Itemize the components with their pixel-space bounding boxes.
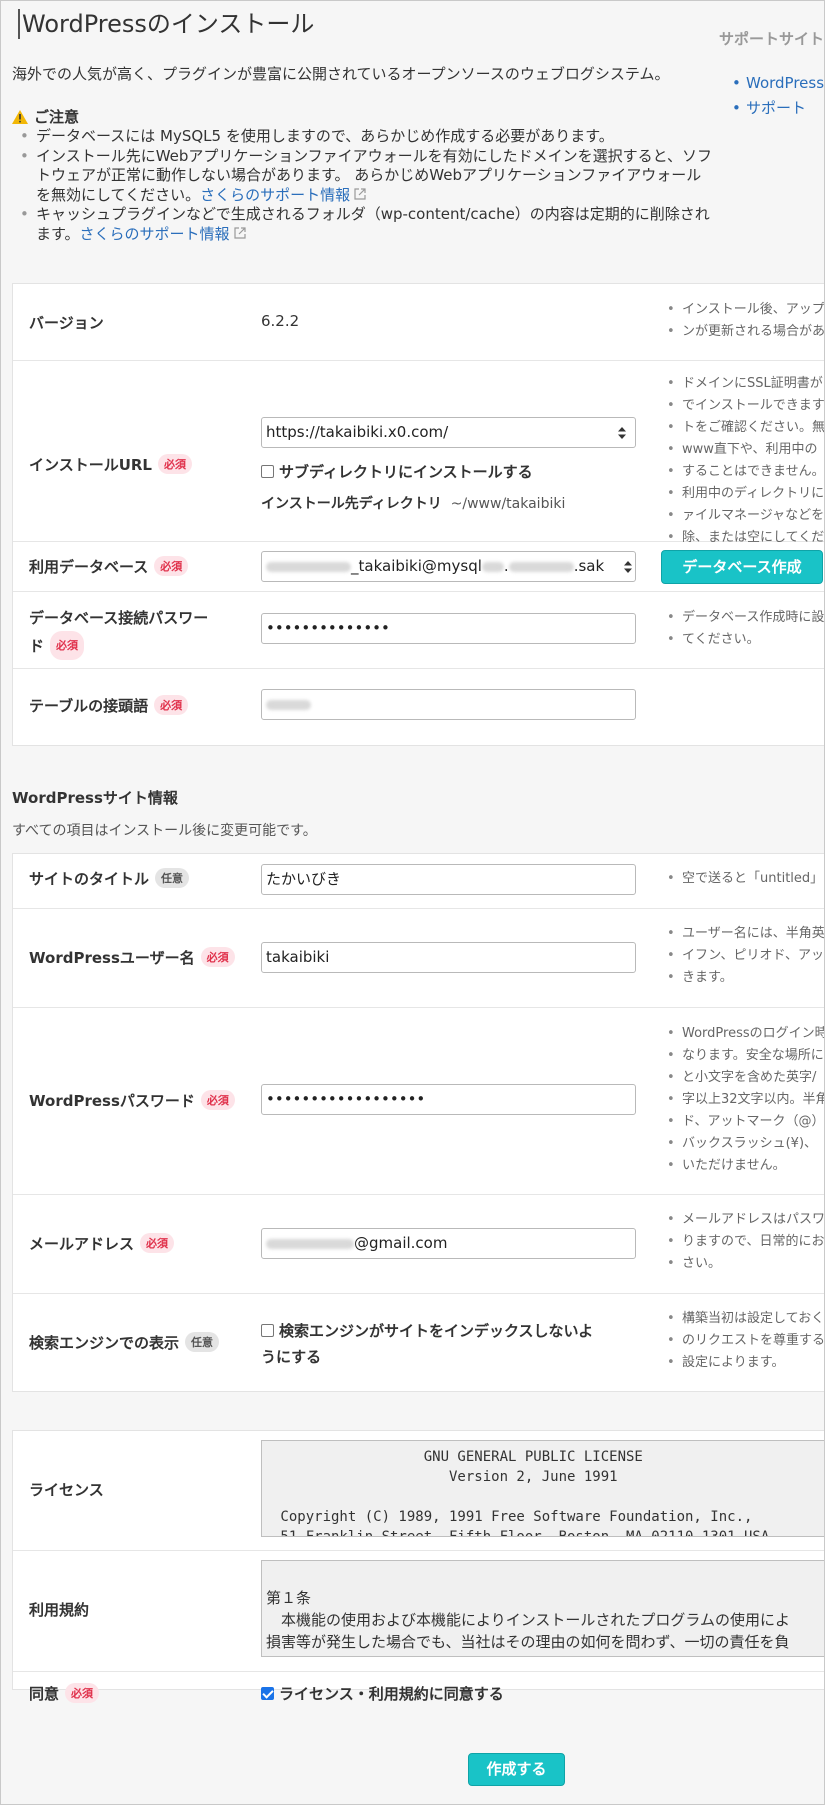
row-install-url: インストールURL 必須 https://takaibiki.x0.com/ サブ…: [13, 361, 824, 549]
database-select[interactable]: _takaibiki@mysql. .sak: [261, 551, 636, 582]
terms-textarea[interactable]: 第１条 本機能の使用および本機能によりインストールされたプログラムの使用によ 損…: [261, 1560, 824, 1657]
create-button[interactable]: 作成する: [468, 1753, 565, 1786]
caution-heading: ご注意: [12, 106, 79, 127]
select-arrows-icon: [618, 427, 626, 439]
row-database: 利用データベース 必須 _takaibiki@mysql. .sak データベース作…: [13, 542, 824, 592]
wp-password-label: WordPressパスワード 必須: [29, 1090, 235, 1111]
site-info-title: WordPressサイト情報: [12, 789, 178, 807]
required-badge: 必須: [50, 631, 85, 660]
required-badge: 必須: [200, 947, 235, 967]
site-settings-card: サイトのタイトル任意 たかいびき 空で送ると「untitled」 WordPre…: [12, 853, 824, 1393]
table-prefix-label: テーブルの接頭語 必須: [29, 695, 189, 716]
row-terms: 利用規約 第１条 本機能の使用および本機能によりインストールされたプログラムの使…: [13, 1551, 824, 1672]
db-password-label: データベース接続パスワード必須: [29, 606, 229, 660]
email-input[interactable]: @gmail.com: [261, 1228, 636, 1259]
agree-label: 同意 必須: [29, 1683, 100, 1704]
row-table-prefix: テーブルの接頭語 必須: [13, 669, 824, 747]
row-version: バージョン 6.2.2 インストール後、アップ ンが更新される場合があ: [13, 284, 824, 361]
support-info-link[interactable]: さくらのサポート情報: [80, 225, 230, 243]
install-settings-card: バージョン 6.2.2 インストール後、アップ ンが更新される場合があ インスト…: [12, 283, 824, 747]
support-links: WordPress サポート: [732, 71, 824, 121]
row-wp-username: WordPressユーザー名必須 takaibiki ユーザー名には、半角英 イ…: [13, 909, 824, 1008]
database-label: 利用データベース 必須: [29, 556, 189, 577]
version-notes: インストール後、アップ ンが更新される場合があ: [663, 299, 824, 343]
required-badge: 必須: [154, 556, 189, 576]
row-wp-password: WordPressパスワード必須 •••••••••••••••••• Word…: [13, 1008, 824, 1195]
warning-icon: [12, 109, 28, 124]
db-password-notes: データベース作成時に設 てください。: [663, 607, 824, 651]
db-password-input[interactable]: ••••••••••••••: [261, 613, 636, 644]
checkbox[interactable]: [261, 1324, 274, 1337]
version-value: 6.2.2: [261, 312, 300, 330]
agree-checkbox[interactable]: ライセンス・利用規約に同意する: [261, 1683, 504, 1704]
site-title-notes: 空で送ると「untitled」: [663, 868, 824, 890]
row-email: メールアドレス必須 @gmail.com メールアドレスはパスワ りますので、日…: [13, 1195, 824, 1294]
optional-badge: 任意: [185, 1332, 220, 1352]
install-url-select[interactable]: https://takaibiki.x0.com/: [261, 417, 636, 448]
required-badge: 必須: [140, 1233, 175, 1253]
external-link-icon: [354, 187, 366, 200]
install-url-label: インストールURL 必須: [29, 454, 192, 475]
search-engine-notes: 構築当初は設定しておく のリクエストを尊重する 設定によります。: [663, 1308, 824, 1374]
caution-item: データベースには MySQL5 を使用しますので、あらかじめ作成する必要がありま…: [20, 127, 716, 147]
email-label: メールアドレス 必須: [29, 1233, 175, 1254]
row-agree: 同意 必須 ライセンス・利用規約に同意する: [13, 1672, 824, 1722]
caution-list: データベースには MySQL5 を使用しますので、あらかじめ作成する必要がありま…: [20, 127, 716, 244]
support-link-support[interactable]: サポート: [732, 96, 824, 121]
optional-badge: 任意: [155, 868, 190, 888]
external-link-icon: [233, 226, 246, 239]
noindex-checkbox[interactable]: 検索エンジンがサイトをインデックスしないよ うにする: [261, 1318, 593, 1370]
support-link-wordpress[interactable]: WordPress: [732, 71, 824, 96]
support-info-link[interactable]: さくらのサポート情報: [200, 186, 350, 204]
page-frame: WordPressのインストール サポートサイト WordPress サポート …: [0, 0, 825, 1805]
select-arrows-icon: [624, 561, 632, 573]
version-label: バージョン: [29, 314, 104, 332]
license-label: ライセンス: [29, 1481, 104, 1499]
license-card: ライセンス GNU GENERAL PUBLIC LICENSE Version…: [12, 1430, 824, 1703]
site-title-input[interactable]: たかいびき: [261, 864, 636, 895]
row-db-password: データベース接続パスワード必須 •••••••••••••• データベース作成時…: [13, 592, 824, 669]
caution-item: キャッシュプラグインなどで生成されるフォルダ（wp-content/cache）…: [20, 205, 716, 244]
wp-username-label: WordPressユーザー名 必須: [29, 947, 235, 968]
required-badge: 必須: [200, 1090, 235, 1110]
search-engine-label: 検索エンジンでの表示 任意: [29, 1332, 220, 1353]
install-dir: インストール先ディレクトリ ~/www/takaibiki: [261, 496, 566, 512]
wp-password-input[interactable]: ••••••••••••••••••: [261, 1084, 636, 1115]
license-textarea[interactable]: GNU GENERAL PUBLIC LICENSE Version 2, Ju…: [261, 1440, 824, 1537]
checkbox[interactable]: [261, 465, 274, 478]
required-badge: 必須: [154, 695, 189, 715]
caution-item: インストール先にWebアプリケーションファイアウォールを有効にしたドメインを選択…: [20, 147, 716, 206]
row-search-engine: 検索エンジンでの表示任意 検索エンジンがサイトをインデックスしないようにする 構…: [13, 1294, 824, 1393]
page-title: WordPressのインストール: [18, 9, 314, 39]
required-badge: 必須: [65, 1683, 100, 1703]
checkbox-checked[interactable]: [261, 1687, 274, 1700]
install-url-notes: ドメインにSSL証明書が でインストールできます トをご確認ください。無 www…: [663, 373, 824, 549]
terms-label: 利用規約: [29, 1601, 90, 1619]
site-title-label: サイトのタイトル 任意: [29, 868, 190, 889]
support-heading: サポートサイト: [719, 30, 825, 48]
intro-text: 海外での人気が高く、プラグインが豊富に公開されているオープンソースのウェブログシ…: [12, 65, 670, 83]
wp-password-notes: WordPressのログイン時 なります。安全な場所に と小文字を含めた英字/ …: [663, 1023, 824, 1177]
row-license: ライセンス GNU GENERAL PUBLIC LICENSE Version…: [13, 1431, 824, 1551]
wp-username-input[interactable]: takaibiki: [261, 942, 636, 973]
subdir-checkbox[interactable]: サブディレクトリにインストールする: [261, 461, 533, 482]
create-database-button[interactable]: データベース作成: [661, 550, 823, 584]
wp-username-notes: ユーザー名には、半角英 イフン、ピリオド、アッ きます。: [663, 923, 824, 989]
site-info-subtitle: すべての項目はインストール後に変更可能です。: [12, 823, 317, 839]
table-prefix-input[interactable]: [261, 689, 636, 720]
email-notes: メールアドレスはパスワ りますので、日常的にお さい。: [663, 1209, 824, 1275]
required-badge: 必須: [158, 454, 192, 474]
row-site-title: サイトのタイトル任意 たかいびき 空で送ると「untitled」: [13, 854, 824, 909]
